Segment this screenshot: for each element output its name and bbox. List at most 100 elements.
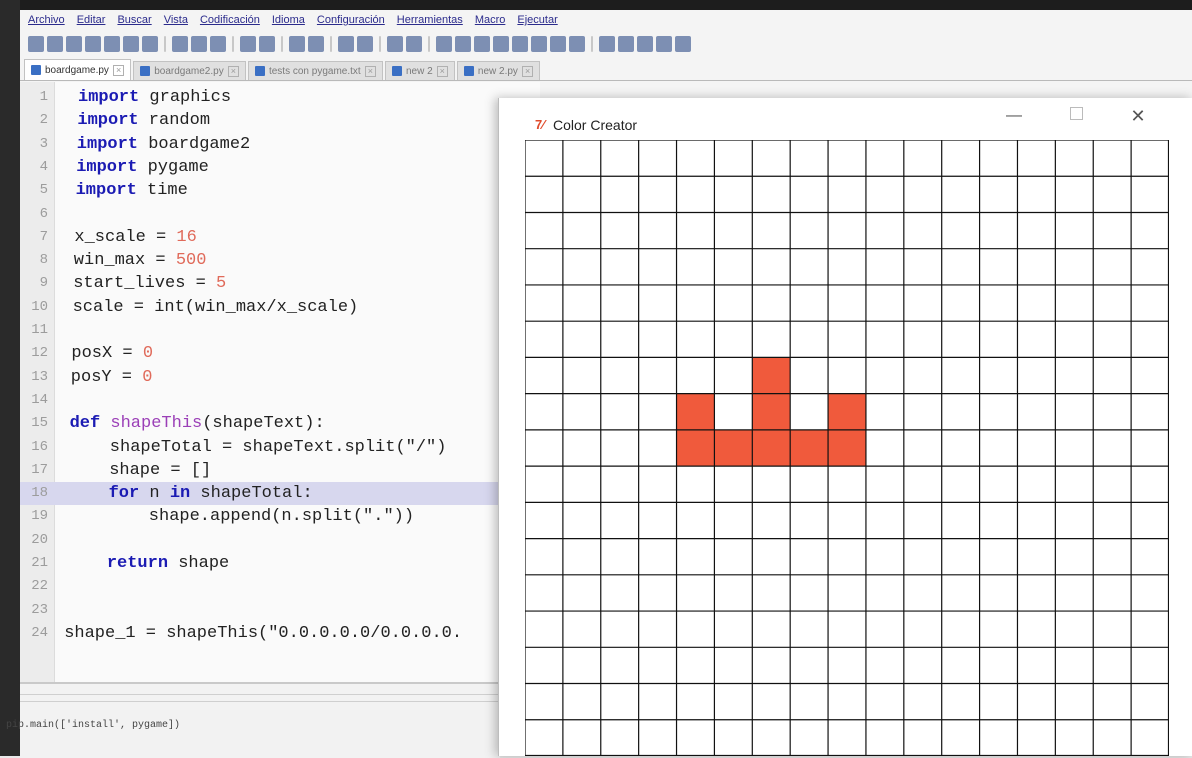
folder-workspace-icon[interactable] [550,36,566,52]
code-line[interactable]: 6 [20,203,540,226]
code-line[interactable]: 15 def shapeThis(shapeText): [20,412,540,435]
menu-item-archivo[interactable]: Archivo [28,14,65,26]
code-line[interactable]: 10 scale = int(win_max/x_scale) [20,296,540,319]
replace-icon[interactable] [308,36,324,52]
filled-cell[interactable] [752,393,791,430]
tab-close-icon[interactable]: × [112,64,125,76]
tab-close-icon[interactable]: × [227,65,239,77]
doc-map-icon[interactable] [512,36,528,52]
tab-close-icon[interactable]: × [436,65,448,77]
window-title: Color Creator [553,117,638,133]
code-line[interactable]: 4 import pygame [20,156,540,179]
minimize-button[interactable]: — [999,106,1029,126]
filled-cell[interactable] [714,429,753,467]
code-line[interactable]: 11 [20,319,540,342]
zoom-out-icon[interactable] [357,36,373,52]
stop-macro-icon[interactable] [618,36,634,52]
close-all-icon[interactable] [123,36,139,52]
tab-label: tests con pygame.txt [268,65,361,77]
color-grid-canvas[interactable] [525,140,1169,756]
open-file-icon[interactable] [47,36,63,52]
code-line[interactable]: 8 win_max = 500 [20,249,540,272]
zoom-in-icon[interactable] [338,36,354,52]
function-list-icon[interactable] [531,36,547,52]
sync-horizontal-icon[interactable] [406,36,422,52]
code-line[interactable]: 20 [20,529,540,552]
menu-item-buscar[interactable]: Buscar [117,14,151,26]
save-macro-icon[interactable] [675,36,691,52]
code-line[interactable]: 21 return shape [20,552,540,575]
file-icon [391,66,402,76]
filled-cell[interactable] [752,429,791,467]
save-all-icon[interactable] [85,36,101,52]
line-number: 11 [31,322,48,338]
run-macro-multiple-icon[interactable] [656,36,672,52]
file-tab[interactable]: tests con pygame.txt × [247,61,383,80]
indent-guide-icon[interactable] [474,36,490,52]
file-tab[interactable]: boardgame2.py × [133,61,246,80]
code-line[interactable]: 5 import time [20,179,540,202]
menu-item-configuración[interactable]: Configuración [317,14,385,26]
copy-icon[interactable] [191,36,207,52]
new-file-icon[interactable] [28,36,44,52]
filled-cell[interactable] [828,429,866,467]
line-number: 8 [39,252,48,269]
code-line[interactable]: 2 import random [20,109,540,132]
code-line[interactable]: 9 start_lives = 5 [20,272,540,295]
code-line[interactable]: 14 [20,389,540,412]
code-line[interactable]: 3 import boardgame2 [20,133,540,156]
cut-icon[interactable] [172,36,188,52]
line-number: 21 [31,555,48,571]
play-macro-icon[interactable] [637,36,653,52]
code-editor[interactable]: 1 import graphics 2 import random 3 import bo… [20,82,540,682]
code-line[interactable]: 13 posY = 0 [20,366,540,389]
code-line[interactable]: 22 [20,575,540,598]
monitoring-icon[interactable] [569,36,585,52]
code-line[interactable]: 1 import graphics [20,86,540,109]
code-line[interactable]: 19 shape.append(n.split(".")) [20,505,540,528]
code-line[interactable]: 18 for n in shapeTotal: [20,482,540,506]
print-icon[interactable] [142,36,158,52]
menu-item-macro[interactable]: Macro [475,14,506,26]
code-line[interactable]: 23 [20,599,540,622]
code-line[interactable]: 24 shape_1 = shapeThis("0.0.0.0.0/0.0.0.0… [20,622,540,645]
code-line[interactable]: 17 shape = [] [20,459,540,482]
filled-cell[interactable] [676,429,715,467]
menu-item-idioma[interactable]: Idioma [272,14,305,26]
word-wrap-icon[interactable] [436,36,452,52]
menu-item-codificación[interactable]: Codificación [200,14,260,26]
code-line[interactable]: 12 posX = 0 [20,342,540,365]
code-line[interactable]: 16 shapeTotal = shapeText.split("/") [20,436,540,459]
show-symbols-icon[interactable] [455,36,471,52]
code-text: x_scale = 16 [74,227,197,247]
file-tab[interactable]: boardgame.py × [24,59,132,80]
menu-item-vista[interactable]: Vista [164,14,188,26]
close-icon[interactable] [104,36,120,52]
record-macro-icon[interactable] [599,36,615,52]
menu-item-editar[interactable]: Editar [77,14,106,26]
undo-icon[interactable] [240,36,256,52]
sync-scroll-icon[interactable] [387,36,403,52]
menu-item-ejecutar[interactable]: Ejecutar [517,14,557,26]
filled-cell[interactable] [676,393,715,430]
filled-cell[interactable] [790,429,829,467]
language-icon[interactable] [493,36,509,52]
code-line[interactable]: 7 x_scale = 16 [20,226,540,249]
redo-icon[interactable] [259,36,275,52]
tab-close-icon[interactable]: × [364,65,376,77]
pixel-grid[interactable] [525,140,1169,756]
panel-splitter[interactable] [20,694,500,702]
save-icon[interactable] [66,36,82,52]
filled-cell[interactable] [752,357,791,394]
window-titlebar[interactable]: 7⁄ Color Creator — ✕ [499,98,1192,136]
find-icon[interactable] [289,36,305,52]
paste-icon[interactable] [210,36,226,52]
close-button[interactable]: ✕ [1123,106,1153,126]
code-text: scale = int(win_max/x_scale) [72,297,359,317]
tab-close-icon[interactable]: × [521,65,534,77]
maximize-button[interactable] [1061,106,1091,126]
file-tab[interactable]: new 2 × [384,61,455,80]
menu-item-herramientas[interactable]: Herramientas [397,14,463,26]
filled-cell[interactable] [828,393,866,430]
file-tab[interactable]: new 2.py × [456,61,541,80]
